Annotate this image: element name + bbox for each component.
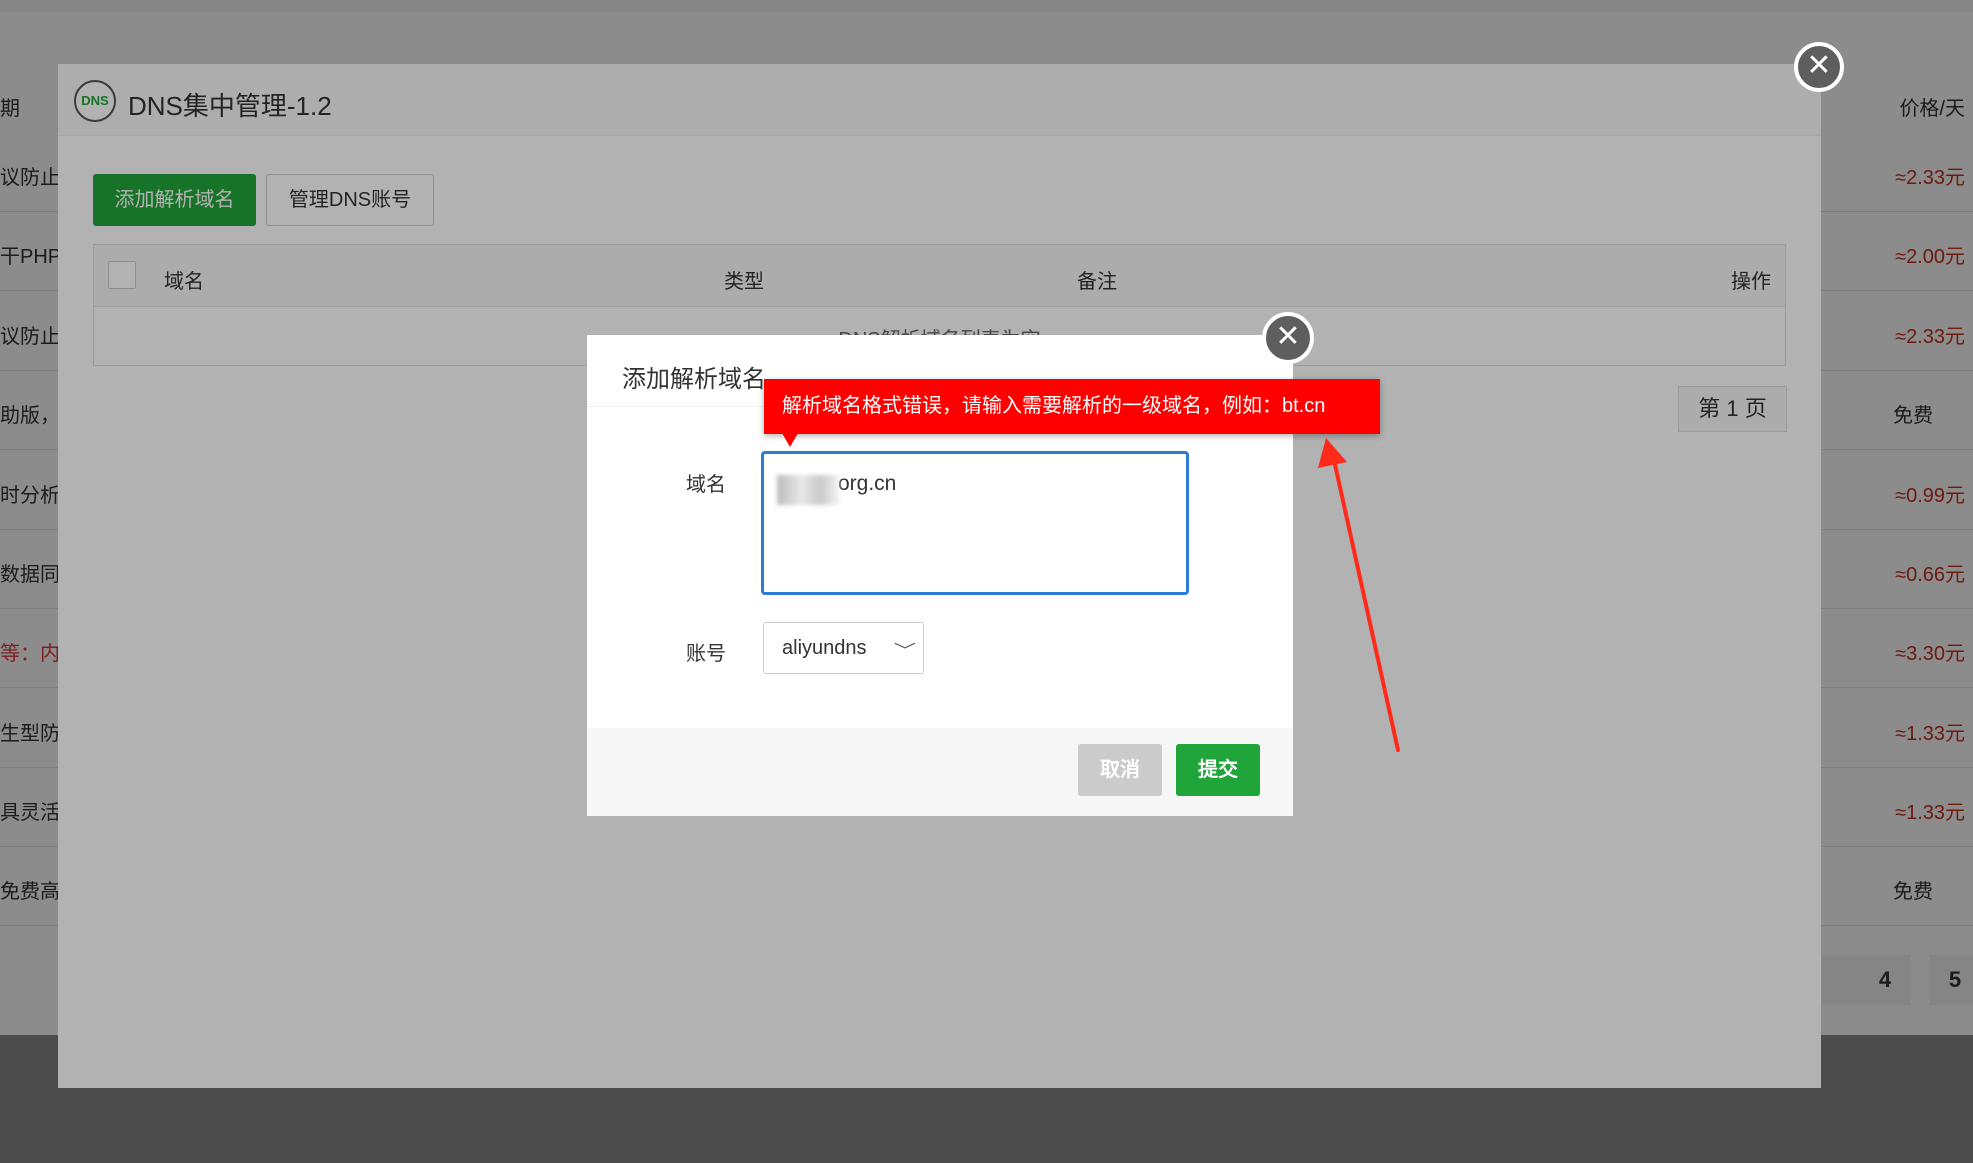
annotation-arrow-icon: [1318, 438, 1400, 752]
